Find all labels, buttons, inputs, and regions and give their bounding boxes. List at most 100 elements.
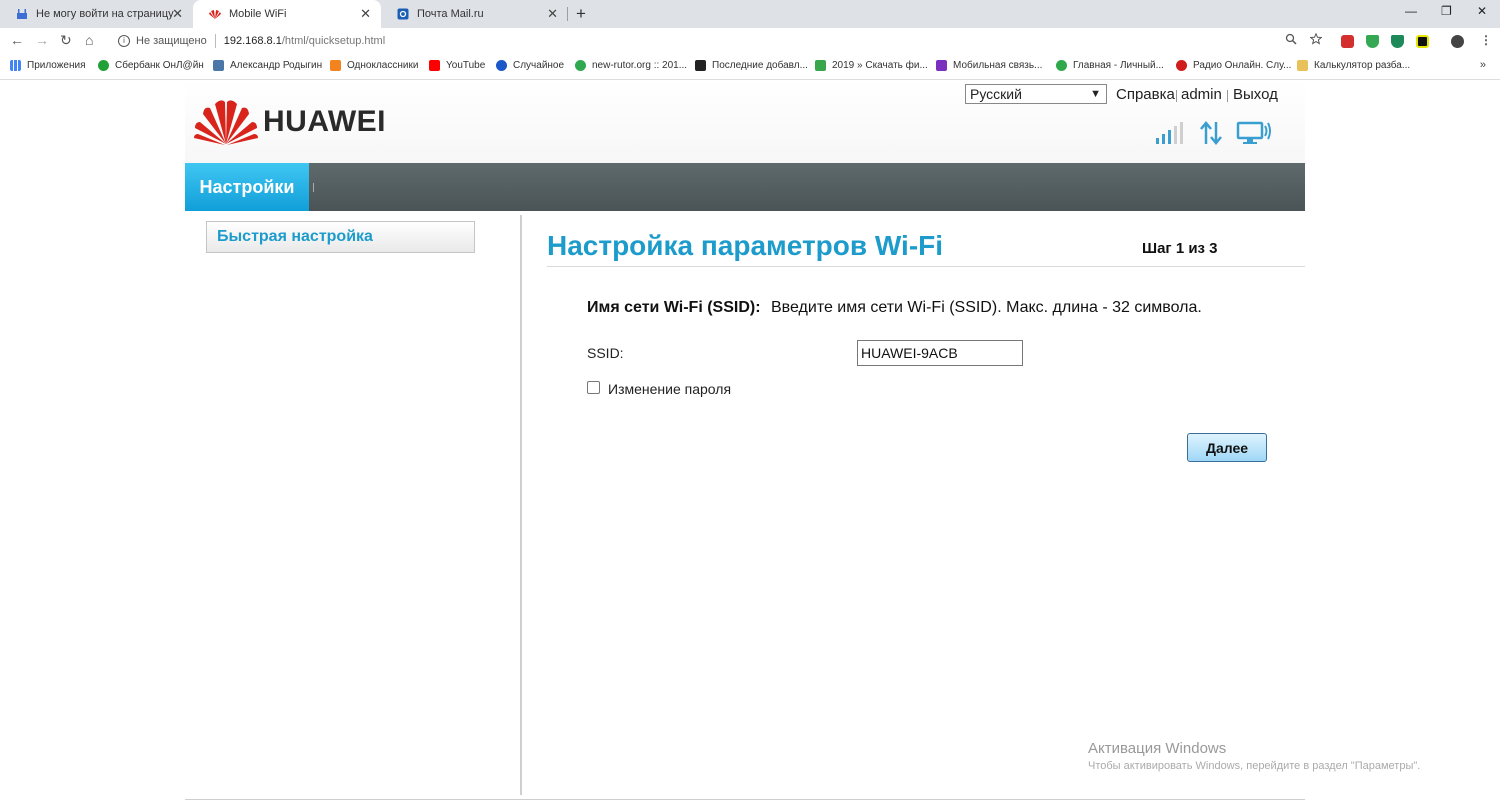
maximize-button[interactable]: ❐ bbox=[1441, 4, 1452, 18]
info-icon[interactable]: i bbox=[118, 35, 130, 47]
menu-separator bbox=[313, 183, 314, 192]
youtube-icon bbox=[429, 60, 440, 71]
bookmark-mobile[interactable]: Мобильная связь... bbox=[936, 60, 1042, 71]
data-transfer-icon bbox=[1200, 121, 1222, 145]
bookmark-calculator[interactable]: Калькулятор разба... bbox=[1297, 60, 1410, 71]
bookmark-random[interactable]: Случайное bbox=[496, 60, 564, 71]
zoom-icon[interactable] bbox=[1285, 33, 1297, 45]
extension-icon[interactable] bbox=[1416, 35, 1429, 48]
vertical-divider bbox=[520, 215, 522, 795]
change-password-label[interactable]: Изменение пароля bbox=[608, 381, 731, 397]
windows-activation-subtitle: Чтобы активировать Windows, перейдите в … bbox=[1088, 760, 1421, 772]
tab-forum[interactable]: Не могу войти на страницу нас ✕ bbox=[0, 0, 193, 28]
security-label: Не защищено bbox=[136, 35, 207, 47]
huawei-icon bbox=[209, 10, 221, 19]
title-divider bbox=[547, 266, 1305, 267]
reload-button[interactable]: ↻ bbox=[60, 32, 72, 49]
apps-grid-icon bbox=[10, 60, 21, 71]
folder-icon bbox=[1297, 60, 1308, 71]
close-icon[interactable]: ✕ bbox=[547, 7, 558, 21]
forward-button[interactable]: → bbox=[35, 32, 49, 48]
tab-title: Не могу войти на страницу нас bbox=[36, 8, 176, 20]
home-button[interactable]: ⌂ bbox=[85, 32, 93, 48]
browser-toolbar: ← → ↻ ⌂ i Не защищено 192.168.8.1 /html/… bbox=[0, 28, 1500, 54]
ssid-heading: Имя сети Wi-Fi (SSID): bbox=[587, 299, 761, 316]
page-title: Настройка параметров Wi-Fi bbox=[547, 230, 944, 261]
connected-device-icon bbox=[1236, 121, 1271, 144]
bookmark-sberbank[interactable]: Сбербанк ОнЛ@йн bbox=[98, 60, 204, 71]
bookmark-radio[interactable]: Радио Онлайн. Слу... bbox=[1176, 60, 1291, 71]
window-close-button[interactable]: ✕ bbox=[1477, 4, 1487, 18]
radio-icon bbox=[1176, 60, 1187, 71]
signal-strength-icon bbox=[1156, 122, 1183, 144]
security-shield-icon[interactable] bbox=[1391, 35, 1404, 48]
router-icon bbox=[17, 9, 27, 19]
bookmarks-bar: Приложения Сбербанк ОнЛ@йн Александр Род… bbox=[0, 54, 1500, 80]
torrent-icon bbox=[815, 60, 826, 71]
close-icon[interactable]: ✕ bbox=[360, 7, 371, 21]
ssid-input[interactable] bbox=[857, 340, 1023, 366]
address-bar[interactable]: i Не защищено 192.168.8.1 /html/quickset… bbox=[108, 30, 1330, 52]
bookmark-account[interactable]: Главная - Личный... bbox=[1056, 60, 1164, 71]
help-link[interactable]: Справка bbox=[1116, 86, 1175, 103]
tab-separator bbox=[567, 7, 568, 21]
mail-icon bbox=[397, 8, 409, 20]
menu-tab-settings[interactable]: Настройки bbox=[185, 163, 309, 211]
router-header: HUAWEI Русский ▼ Справка admin Выход bbox=[185, 80, 1305, 163]
odnoklassniki-icon bbox=[330, 60, 341, 71]
bookmarks-more-button[interactable]: » bbox=[1480, 59, 1486, 71]
sidebar-item-quick-setup[interactable]: Быстрая настройка bbox=[206, 221, 475, 253]
ssid-description: Имя сети Wi-Fi (SSID): Введите имя сети … bbox=[587, 299, 1202, 317]
footer-divider bbox=[185, 799, 1305, 800]
bookmark-latest[interactable]: Последние добавл... bbox=[695, 60, 808, 71]
tab-mail[interactable]: Почта Mail.ru ✕ bbox=[381, 0, 568, 28]
scrollbar[interactable] bbox=[1490, 80, 1500, 812]
url-path: /html/quicksetup.html bbox=[281, 35, 386, 47]
change-password-checkbox[interactable] bbox=[587, 381, 600, 394]
avatar[interactable] bbox=[1451, 35, 1464, 48]
brand-name: HUAWEI bbox=[263, 105, 386, 138]
ssid-hint: Введите имя сети Wi-Fi (SSID). Макс. дли… bbox=[771, 299, 1202, 316]
bookmark-download[interactable]: 2019 » Скачать фи... bbox=[815, 60, 928, 71]
omnibox-separator bbox=[214, 34, 216, 48]
bookmark-rutor[interactable]: new-rutor.org :: 201... bbox=[575, 60, 687, 71]
mobile-operator-icon bbox=[936, 60, 947, 71]
adblock-icon[interactable] bbox=[1341, 35, 1354, 48]
rutor-icon bbox=[575, 60, 586, 71]
ssid-label: SSID: bbox=[587, 345, 624, 361]
new-tab-button[interactable]: + bbox=[576, 4, 586, 24]
bookmark-vk[interactable]: Александр Родыгин bbox=[213, 60, 322, 71]
bookmark-youtube[interactable]: YouTube bbox=[429, 60, 485, 71]
header-separator bbox=[1176, 90, 1177, 102]
shield-icon[interactable] bbox=[1366, 35, 1379, 48]
tab-mobile-wifi[interactable]: Mobile WiFi ✕ bbox=[193, 0, 381, 28]
url-host: 192.168.8.1 bbox=[223, 35, 282, 47]
windows-activation-title: Активация Windows bbox=[1088, 740, 1227, 757]
bookmark-odnoklassniki[interactable]: Одноклассники bbox=[330, 60, 418, 71]
account-icon bbox=[1056, 60, 1067, 71]
router-page: HUAWEI Русский ▼ Справка admin Выход Нас… bbox=[0, 80, 1500, 812]
sberbank-icon bbox=[98, 60, 109, 71]
dropdown-arrow-icon: ▼ bbox=[1090, 88, 1101, 100]
admin-link[interactable]: admin bbox=[1181, 86, 1222, 103]
language-select[interactable]: Русский ▼ bbox=[965, 84, 1107, 104]
film-icon bbox=[695, 60, 706, 71]
tab-title: Почта Mail.ru bbox=[417, 8, 484, 20]
language-value: Русский bbox=[970, 86, 1022, 102]
huawei-logo-icon bbox=[194, 100, 258, 145]
random-icon bbox=[496, 60, 507, 71]
logout-link[interactable]: Выход bbox=[1233, 86, 1278, 103]
step-indicator: Шаг 1 из 3 bbox=[1142, 240, 1218, 257]
tab-strip: Не могу войти на страницу нас ✕ Mobile W… bbox=[0, 0, 1500, 28]
bookmark-apps[interactable]: Приложения bbox=[10, 60, 86, 71]
next-button[interactable]: Далее bbox=[1187, 433, 1267, 462]
menu-dots-icon[interactable]: ⋮ bbox=[1480, 33, 1492, 47]
back-button[interactable]: ← bbox=[10, 32, 24, 48]
tab-title: Mobile WiFi bbox=[229, 8, 287, 20]
minimize-button[interactable]: — bbox=[1405, 4, 1417, 18]
close-icon[interactable]: ✕ bbox=[172, 7, 183, 21]
star-icon[interactable] bbox=[1310, 33, 1322, 45]
main-menu-bar: Настройки bbox=[185, 163, 1305, 211]
vk-icon bbox=[213, 60, 224, 71]
header-separator bbox=[1227, 90, 1228, 102]
